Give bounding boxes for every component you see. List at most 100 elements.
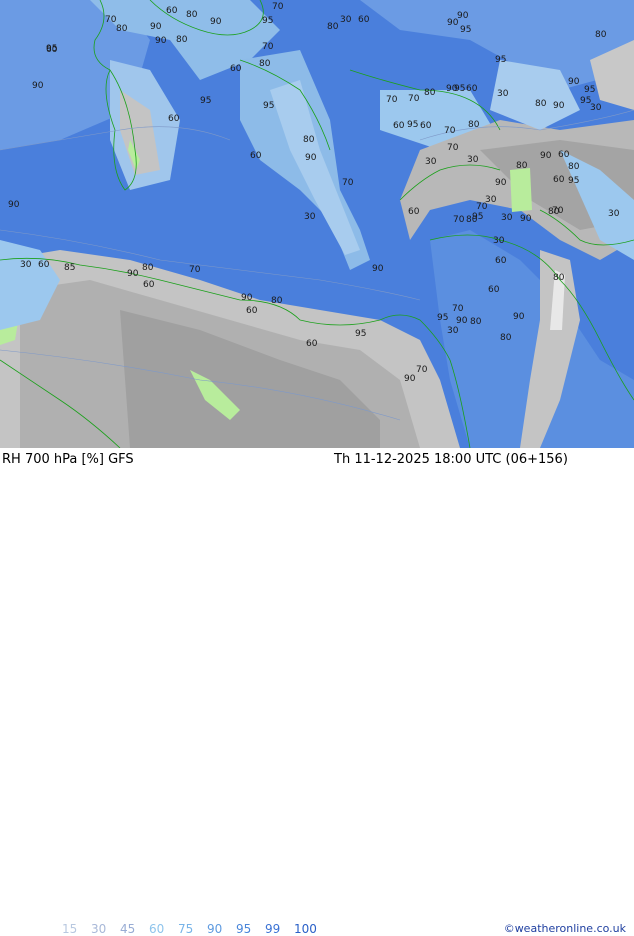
contour-label: 90 — [305, 153, 317, 163]
contour-label: 70 — [453, 215, 465, 225]
legend-entry: 60 — [149, 922, 165, 936]
contour-label: 90 — [210, 17, 222, 27]
contour-label: 60 — [250, 151, 262, 161]
contour-label: 70 — [476, 202, 488, 212]
contour-label: 70 — [189, 265, 201, 275]
legend-entry: 15 — [62, 922, 78, 936]
contour-label: 70 — [452, 304, 464, 314]
contour-label: 60 — [495, 256, 507, 266]
contour-label: 70 — [447, 143, 459, 153]
contour-label: 90 — [241, 293, 253, 303]
contour-label: 30 — [20, 260, 32, 270]
contour-label: 70 — [105, 15, 117, 25]
legend-entry: 90 — [207, 922, 223, 936]
contour-label: 80 — [176, 35, 188, 45]
contour-label: 30 — [425, 157, 437, 167]
contour-label: 90 — [404, 374, 416, 384]
contour-label: 80 — [595, 30, 607, 40]
contour-label: 60 — [553, 175, 565, 185]
contour-label: 60 — [420, 121, 432, 131]
contour-label: 70 — [342, 178, 354, 188]
contour-label: 60 — [230, 64, 242, 74]
contour-label: 30 — [608, 209, 620, 219]
contour-label: 80 — [259, 59, 271, 69]
contour-label: 60 — [38, 260, 50, 270]
contour-label: 60 — [488, 285, 500, 295]
contour-label: 90 — [513, 312, 525, 322]
contour-label: 70 — [408, 94, 420, 104]
contour-label: 80 — [535, 99, 547, 109]
map-title: RH 700 hPa [%] GFS — [2, 452, 134, 467]
contour-label: 70 — [416, 365, 428, 375]
contour-label: 90 — [150, 22, 162, 32]
contour-label: 60 — [393, 121, 405, 131]
contour-label: 95 — [262, 16, 273, 26]
contour-label: 80 — [468, 120, 480, 130]
map-svg: 60 8090909570809060 8095709560807095906030… — [0, 0, 634, 448]
contour-label: 30 — [501, 213, 513, 223]
legend-entry: 30 — [91, 922, 107, 936]
contour-label: 60 — [166, 6, 178, 16]
contour-label: 90 — [457, 11, 469, 21]
contour-label: 90 — [520, 214, 532, 224]
contour-label: 60 — [143, 280, 155, 290]
color-legend: 15 30 45 60 75 90 95 99 100 — [62, 922, 323, 936]
contour-label: 90 — [155, 36, 167, 46]
contour-label: 70 — [386, 95, 398, 105]
contour-label: 80 — [553, 273, 565, 283]
contour-label: 95 — [454, 84, 465, 94]
contour-label: 95 — [355, 329, 366, 339]
legend-entry: 99 — [265, 922, 281, 936]
contour-label: 60 — [558, 150, 570, 160]
contour-label: 80 — [186, 10, 198, 20]
contour-label: 85 — [64, 263, 75, 273]
contour-label: 80 — [470, 317, 482, 327]
contour-label: 95 — [568, 176, 579, 186]
contour-label: 80 — [424, 88, 436, 98]
contour-label: 90 — [127, 269, 139, 279]
contour-label: 95 — [495, 55, 506, 65]
contour-label: 60 — [168, 114, 180, 124]
contour-label: 80 — [271, 296, 283, 306]
contour-label: 95 — [460, 25, 471, 35]
contour-label: 30 — [493, 236, 505, 246]
contour-label: 30 — [304, 212, 316, 222]
contour-label: 90 — [32, 81, 44, 91]
contour-label: 70 — [444, 126, 456, 136]
contour-label: 80 — [327, 22, 339, 32]
contour-label: 60 — [358, 15, 370, 25]
contour-label: 60 — [466, 84, 478, 94]
contour-label: 90 — [8, 200, 20, 210]
contour-label: 30 — [447, 326, 459, 336]
credit-link[interactable]: ©weatheronline.co.uk — [504, 922, 626, 935]
contour-label: 70 — [262, 42, 274, 52]
contour-label: 80 — [516, 161, 528, 171]
contour-label: 80 — [500, 333, 512, 343]
footer: RH 700 hPa [%] GFS Th 11-12-2025 18:00 U… — [0, 448, 634, 936]
contour-label: 80 — [116, 24, 128, 34]
legend-entry: 75 — [178, 922, 194, 936]
contour-label: 80 — [303, 135, 315, 145]
contour-label: 60 — [46, 45, 58, 55]
rh-700hpa-map: 60 80 90 90 95 70 80 90 60 80 95 70 95 60 80 70 95 90 60 30… — [0, 0, 634, 448]
contour-label: 60 — [408, 207, 420, 217]
legend-entry: 100 — [294, 922, 317, 936]
contour-label: 95 — [584, 85, 595, 95]
contour-label: 90 — [540, 151, 552, 161]
contour-label: 30 — [340, 15, 352, 25]
contour-label: 95 — [263, 101, 274, 111]
contour-label: 70 — [552, 206, 564, 216]
contour-label: 95 — [437, 313, 448, 323]
contour-label: 95 — [407, 120, 418, 130]
contour-label: 30 — [467, 155, 479, 165]
contour-label: 30 — [497, 89, 509, 99]
contour-label: 90 — [568, 77, 580, 87]
contour-label: 95 — [472, 212, 483, 222]
contour-label: 80 — [142, 263, 154, 273]
contour-label: 80 — [568, 162, 580, 172]
contour-label: 70 — [272, 2, 284, 12]
contour-label: 90 — [372, 264, 384, 274]
map-datetime: Th 11-12-2025 18:00 UTC (06+156) — [334, 452, 568, 467]
legend-entry: 45 — [120, 922, 136, 936]
contour-label: 90 — [553, 101, 565, 111]
